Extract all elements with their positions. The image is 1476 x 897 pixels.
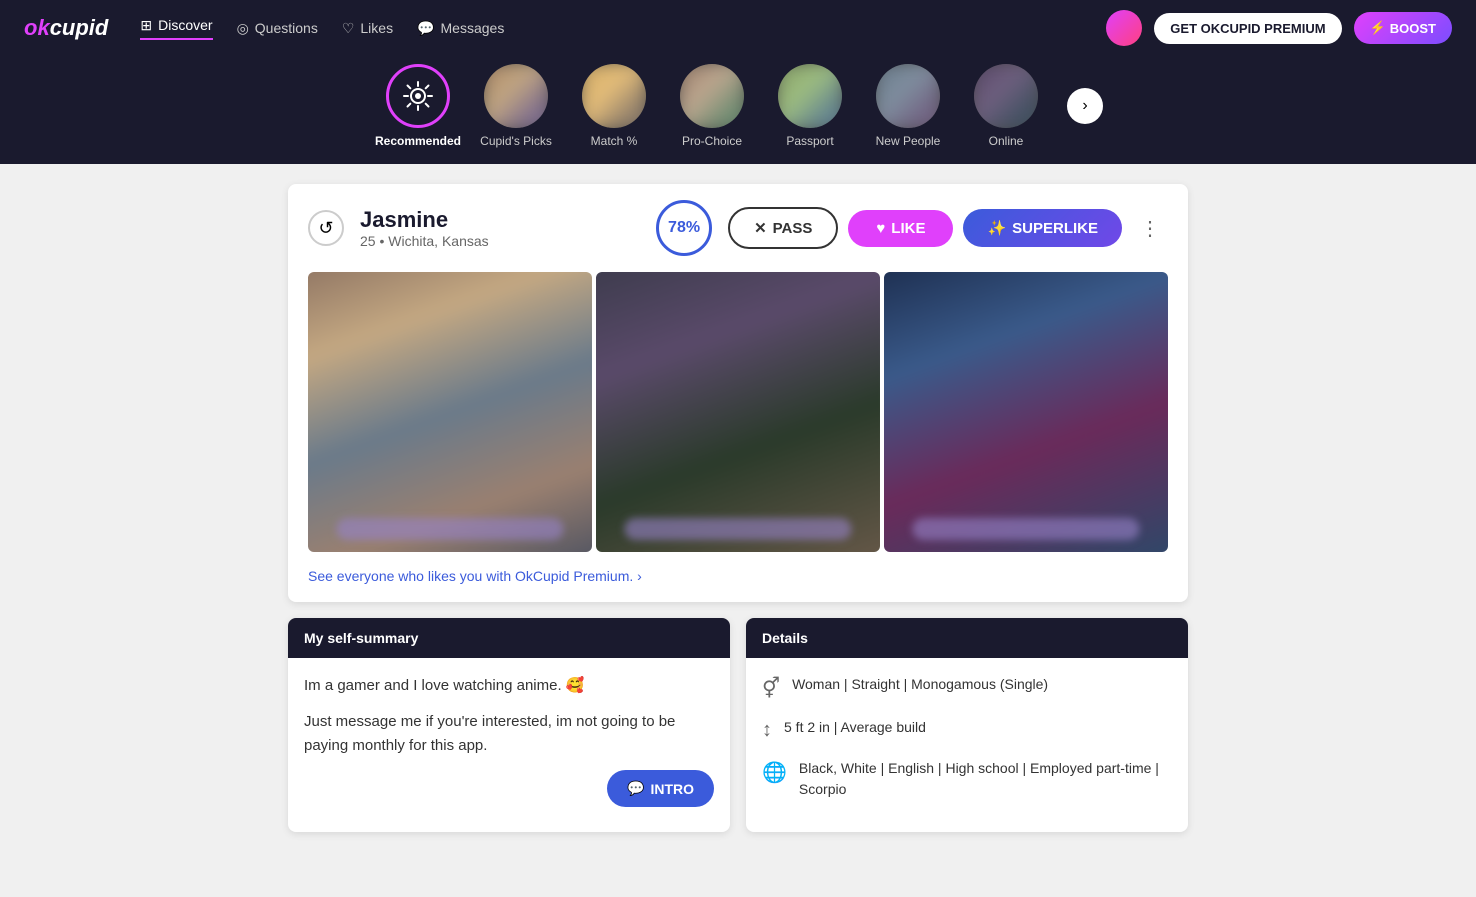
- photos-grid: [288, 272, 1188, 568]
- photo-3[interactable]: [884, 272, 1168, 552]
- profile-info: Jasmine 25 • Wichita, Kansas: [360, 207, 640, 249]
- category-online[interactable]: Online: [961, 64, 1051, 148]
- recommended-label: Recommended: [375, 134, 461, 148]
- nav-messages[interactable]: 💬 Messages: [417, 20, 504, 37]
- pro-choice-label: Pro-Choice: [682, 134, 742, 148]
- boost-button[interactable]: ⚡ BOOST: [1354, 12, 1452, 44]
- category-match[interactable]: Match %: [569, 64, 659, 148]
- details-header: Details: [746, 618, 1188, 658]
- heart-icon: ♥: [876, 220, 885, 237]
- nav-discover[interactable]: ⊞ Discover: [140, 17, 212, 40]
- x-icon: ✕: [754, 219, 767, 237]
- profile-name: Jasmine: [360, 207, 640, 233]
- nav-likes[interactable]: ♡ Likes: [342, 20, 393, 37]
- user-avatar[interactable]: [1106, 10, 1142, 46]
- profile-sections: My self-summary Im a gamer and I love wa…: [288, 618, 1188, 832]
- cupids-picks-photo: [484, 64, 548, 128]
- self-summary-header: My self-summary: [288, 618, 730, 658]
- nav-right: GET OKCUPID PREMIUM ⚡ BOOST: [1106, 10, 1452, 46]
- self-summary-body: Im a gamer and I love watching anime. 🥰 …: [288, 658, 730, 823]
- action-buttons: ✕ PASS ♥ LIKE ✨ SUPERLIKE ⋮: [728, 207, 1168, 249]
- photo-2-overlay: [624, 518, 851, 540]
- profile-card: ↺ Jasmine 25 • Wichita, Kansas 78% ✕ PAS…: [288, 184, 1188, 602]
- photo-3-overlay: [912, 518, 1139, 540]
- category-recommended[interactable]: Recommended: [373, 64, 463, 148]
- match-photo: [582, 64, 646, 128]
- category-items: Recommended Cupid's Picks Match % Pro-Ch…: [373, 64, 1103, 148]
- superlike-button[interactable]: ✨ SUPERLIKE: [963, 209, 1122, 247]
- self-summary-card: My self-summary Im a gamer and I love wa…: [288, 618, 730, 832]
- category-passport[interactable]: Passport: [765, 64, 855, 148]
- logo-text: ok: [24, 15, 50, 40]
- globe-icon: 🌐: [762, 760, 787, 785]
- chat-icon: 💬: [627, 780, 644, 797]
- premium-button[interactable]: GET OKCUPID PREMIUM: [1154, 13, 1341, 44]
- passport-photo: [778, 64, 842, 128]
- profile-header: ↺ Jasmine 25 • Wichita, Kansas 78% ✕ PAS…: [288, 184, 1188, 272]
- messages-icon: 💬: [417, 20, 434, 37]
- detail-ethnicity: 🌐 Black, White | English | High school |…: [762, 758, 1172, 800]
- logo-text-2: cupid: [50, 15, 109, 40]
- match-label: Match %: [591, 134, 638, 148]
- logo[interactable]: okcupid: [24, 15, 108, 41]
- likes-icon: ♡: [342, 20, 355, 37]
- cupids-picks-label: Cupid's Picks: [480, 134, 552, 148]
- gender-icon: ⚥: [762, 676, 780, 701]
- profile-age-location: 25 • Wichita, Kansas: [360, 233, 640, 249]
- height-icon: ↕: [762, 719, 772, 742]
- match-percent-circle: 78%: [656, 200, 712, 256]
- category-cupids-picks[interactable]: Cupid's Picks: [471, 64, 561, 148]
- passport-label: Passport: [786, 134, 833, 148]
- detail-height: ↕ 5 ft 2 in | Average build: [762, 717, 1172, 742]
- superlike-icon: ✨: [987, 219, 1006, 237]
- questions-icon: ◎: [237, 20, 249, 37]
- main-content: ↺ Jasmine 25 • Wichita, Kansas 78% ✕ PAS…: [0, 164, 1476, 852]
- category-new-people[interactable]: New People: [863, 64, 953, 148]
- photo-1-overlay: [336, 518, 563, 540]
- undo-button[interactable]: ↺: [308, 210, 344, 246]
- category-next-button[interactable]: ›: [1067, 88, 1103, 124]
- category-pro-choice[interactable]: Pro-Choice: [667, 64, 757, 148]
- pro-choice-photo: [680, 64, 744, 128]
- premium-link[interactable]: See everyone who likes you with OkCupid …: [308, 568, 642, 584]
- bolt-icon: ⚡: [1370, 20, 1386, 36]
- photo-2[interactable]: [596, 272, 880, 552]
- more-options-button[interactable]: ⋮: [1132, 212, 1168, 245]
- navigation: okcupid ⊞ Discover ◎ Questions ♡ Likes 💬…: [0, 0, 1476, 56]
- premium-link-container: See everyone who likes you with OkCupid …: [288, 568, 1188, 602]
- pass-button[interactable]: ✕ PASS: [728, 207, 838, 249]
- nav-links: ⊞ Discover ◎ Questions ♡ Likes 💬 Message…: [140, 17, 1106, 40]
- self-summary-text: Im a gamer and I love watching anime. 🥰 …: [304, 674, 714, 758]
- detail-gender: ⚥ Woman | Straight | Monogamous (Single): [762, 674, 1172, 701]
- details-body: ⚥ Woman | Straight | Monogamous (Single)…: [746, 658, 1188, 832]
- nav-questions[interactable]: ◎ Questions: [237, 20, 318, 37]
- photo-1[interactable]: [308, 272, 592, 552]
- sun-icon: [389, 67, 447, 125]
- card-container: ↺ Jasmine 25 • Wichita, Kansas 78% ✕ PAS…: [288, 184, 1188, 832]
- recommended-icon-container: [386, 64, 450, 128]
- category-bar: Recommended Cupid's Picks Match % Pro-Ch…: [0, 56, 1476, 164]
- new-people-label: New People: [876, 134, 941, 148]
- discover-icon: ⊞: [140, 17, 152, 34]
- like-button[interactable]: ♥ LIKE: [848, 210, 953, 247]
- new-people-photo: [876, 64, 940, 128]
- online-label: Online: [989, 134, 1024, 148]
- online-photo: [974, 64, 1038, 128]
- intro-button[interactable]: 💬 INTRO: [607, 770, 714, 807]
- details-card: Details ⚥ Woman | Straight | Monogamous …: [746, 618, 1188, 832]
